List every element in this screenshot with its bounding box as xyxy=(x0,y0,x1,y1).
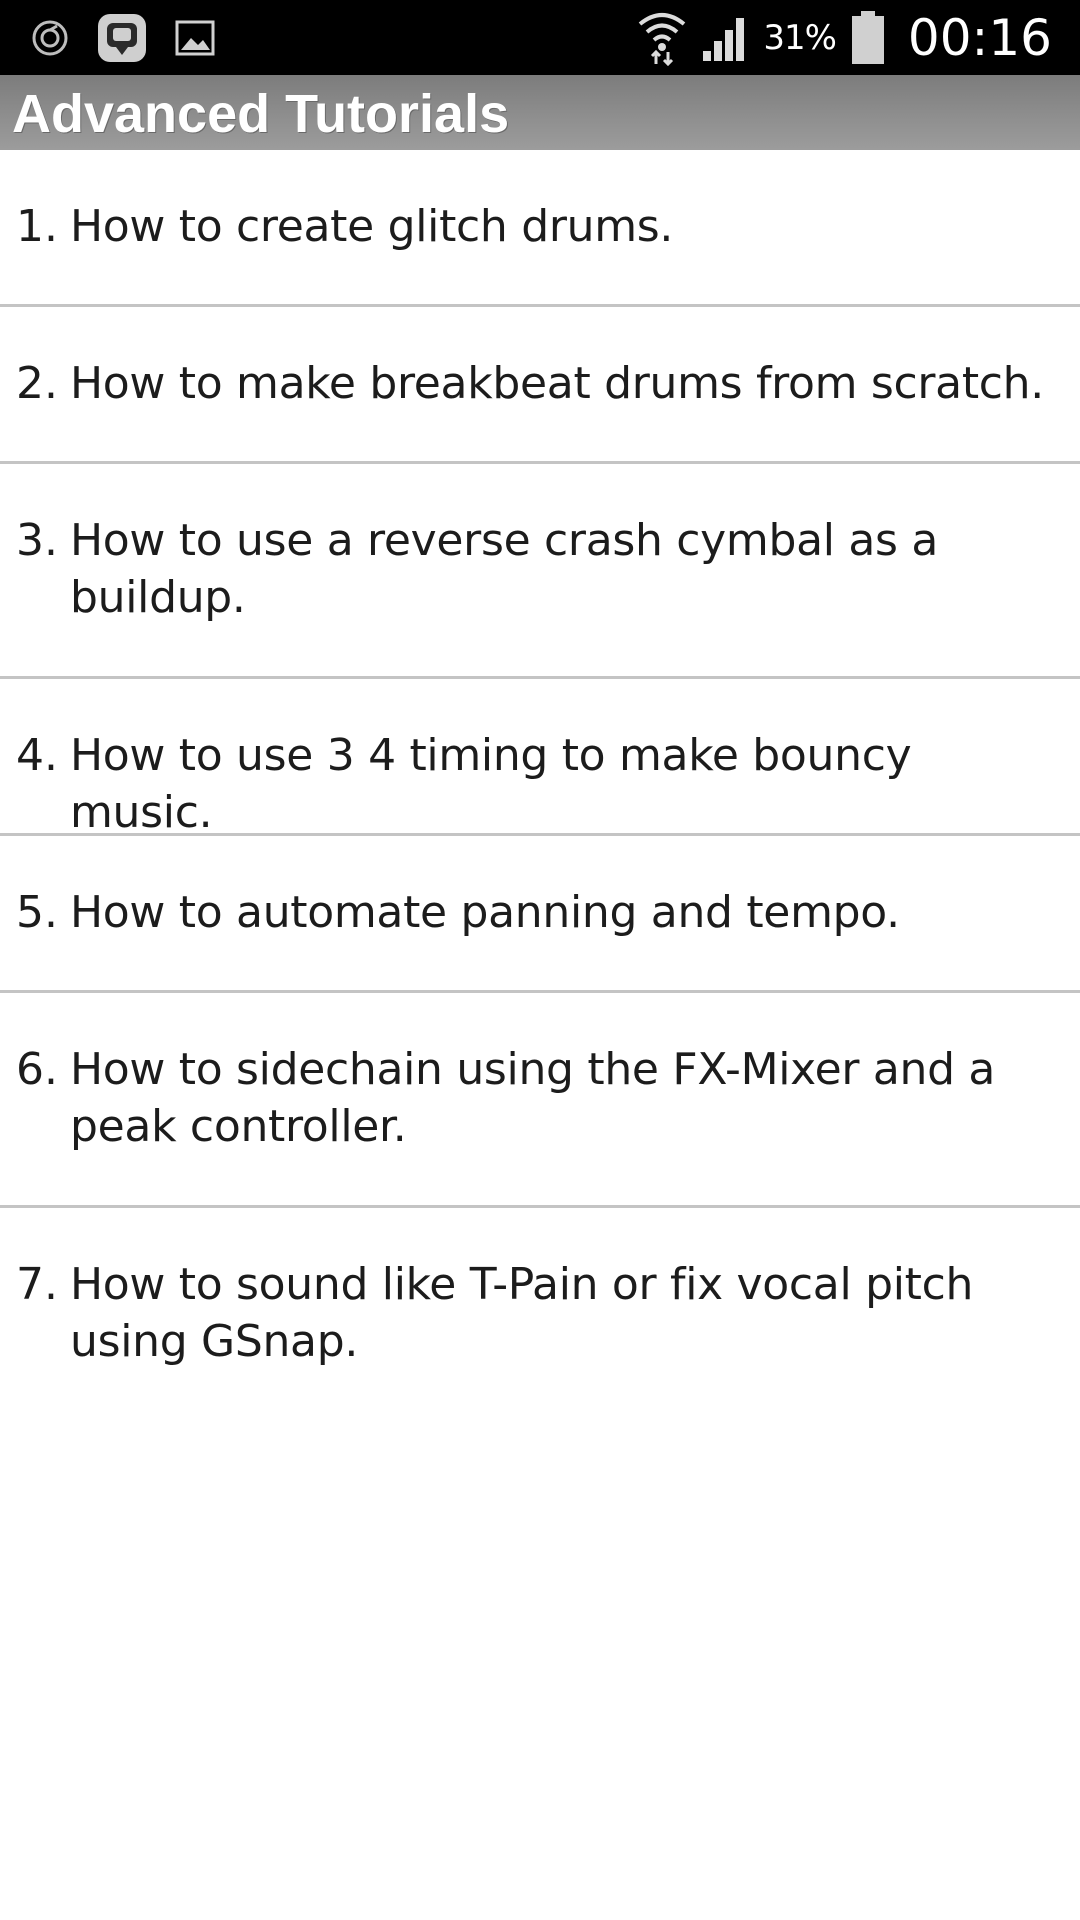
tutorial-list: 1. How to create glitch drums. 2. How to… xyxy=(0,150,1080,1423)
item-title: How to create glitch drums. xyxy=(70,201,674,252)
system-indicators: 31% 00:16 xyxy=(637,0,1052,75)
wifi-icon xyxy=(637,10,687,66)
list-item[interactable]: 1. How to create glitch drums. xyxy=(0,150,1080,307)
item-title: How to sound like T-Pain or fix vocal pi… xyxy=(70,1259,974,1367)
status-bar: 31% 00:16 xyxy=(0,0,1080,75)
status-clock: 00:16 xyxy=(907,8,1052,67)
notification-icons xyxy=(30,10,216,65)
list-item[interactable]: 4. How to use 3 4 timing to make bouncy … xyxy=(0,679,1080,838)
item-number: 4. xyxy=(16,730,58,781)
list-item[interactable]: 6. How to sidechain using the FX-Mixer a… xyxy=(0,993,1080,1208)
list-item[interactable]: 7. How to sound like T-Pain or fix vocal… xyxy=(0,1208,1080,1423)
item-number: 2. xyxy=(16,358,58,409)
item-number: 6. xyxy=(16,1044,58,1095)
item-title: How to automate panning and tempo. xyxy=(70,887,900,938)
image-icon xyxy=(174,19,216,57)
app-notification-icon xyxy=(96,12,148,64)
item-title: How to make breakbeat drums from scratch… xyxy=(70,358,1044,409)
sync-icon xyxy=(30,18,70,58)
item-number: 3. xyxy=(16,515,58,566)
signal-icon xyxy=(701,13,749,63)
list-item[interactable]: 2. How to make breakbeat drums from scra… xyxy=(0,307,1080,464)
battery-icon xyxy=(850,10,886,66)
list-item[interactable]: 5. How to automate panning and tempo. xyxy=(0,836,1080,993)
item-number: 7. xyxy=(16,1259,58,1310)
item-title: How to use a reverse crash cymbal as a b… xyxy=(70,515,938,623)
app-screen: 31% 00:16 Advanced Tutorials 1. How to c… xyxy=(0,0,1080,1920)
battery-percentage: 31% xyxy=(763,17,837,58)
item-number: 5. xyxy=(16,887,58,938)
item-number: 1. xyxy=(16,201,58,252)
page-title: Advanced Tutorials xyxy=(12,84,510,144)
item-title: How to use 3 4 timing to make bouncy mus… xyxy=(70,730,912,838)
list-item[interactable]: 3. How to use a reverse crash cymbal as … xyxy=(0,464,1080,679)
action-bar: Advanced Tutorials xyxy=(0,75,1080,150)
item-title: How to sidechain using the FX-Mixer and … xyxy=(70,1044,996,1152)
